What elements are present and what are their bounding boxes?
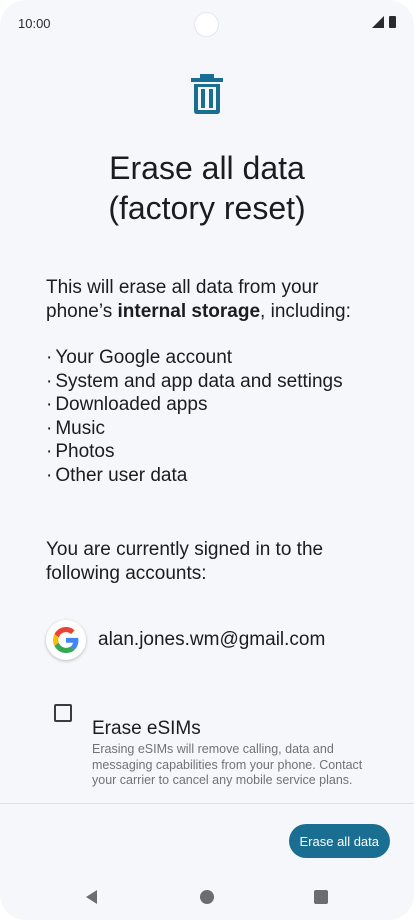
recents-icon[interactable] bbox=[314, 890, 328, 904]
erase-intro-text: This will erase all data from your phone… bbox=[46, 276, 376, 324]
battery-icon bbox=[389, 16, 396, 28]
list-item: Other user data bbox=[46, 464, 386, 488]
list-item: Downloaded apps bbox=[46, 393, 386, 417]
data-list: Your Google account System and app data … bbox=[46, 346, 386, 488]
erase-esims-description: Erasing eSIMs will remove calling, data … bbox=[92, 742, 363, 787]
status-icons bbox=[372, 16, 396, 28]
back-icon[interactable] bbox=[86, 890, 97, 904]
page-title: Erase all data (factory reset) bbox=[0, 148, 414, 228]
intro-suffix: , including: bbox=[260, 301, 351, 322]
phone-screen: 10:00 Erase all data (factory reset) Thi… bbox=[0, 0, 414, 920]
list-item: Photos bbox=[46, 440, 386, 464]
erase-esims-title: Erase eSIMs bbox=[92, 718, 201, 739]
status-bar: 10:00 bbox=[0, 0, 414, 48]
status-time: 10:00 bbox=[18, 16, 51, 31]
title-line-1: Erase all data bbox=[109, 150, 305, 186]
trash-icon bbox=[191, 74, 223, 114]
intro-bold: internal storage bbox=[117, 301, 261, 322]
google-icon bbox=[46, 620, 86, 660]
erase-esims-checkbox[interactable] bbox=[54, 704, 72, 722]
erase-all-data-button[interactable]: Erase all data bbox=[288, 824, 390, 858]
account-row: alan.jones.wm@gmail.com bbox=[46, 618, 386, 662]
list-item: System and app data and settings bbox=[46, 370, 386, 394]
account-email: alan.jones.wm@gmail.com bbox=[98, 629, 326, 650]
home-icon[interactable] bbox=[200, 890, 214, 904]
navigation-bar bbox=[0, 876, 414, 920]
list-item: Your Google account bbox=[46, 346, 386, 370]
camera-cutout bbox=[194, 12, 219, 37]
google-logo bbox=[53, 627, 79, 653]
list-item: Music bbox=[46, 417, 386, 441]
title-line-2: (factory reset) bbox=[108, 190, 306, 226]
accounts-intro-text: You are currently signed in to the follo… bbox=[46, 539, 324, 584]
signal-icon bbox=[372, 16, 384, 28]
